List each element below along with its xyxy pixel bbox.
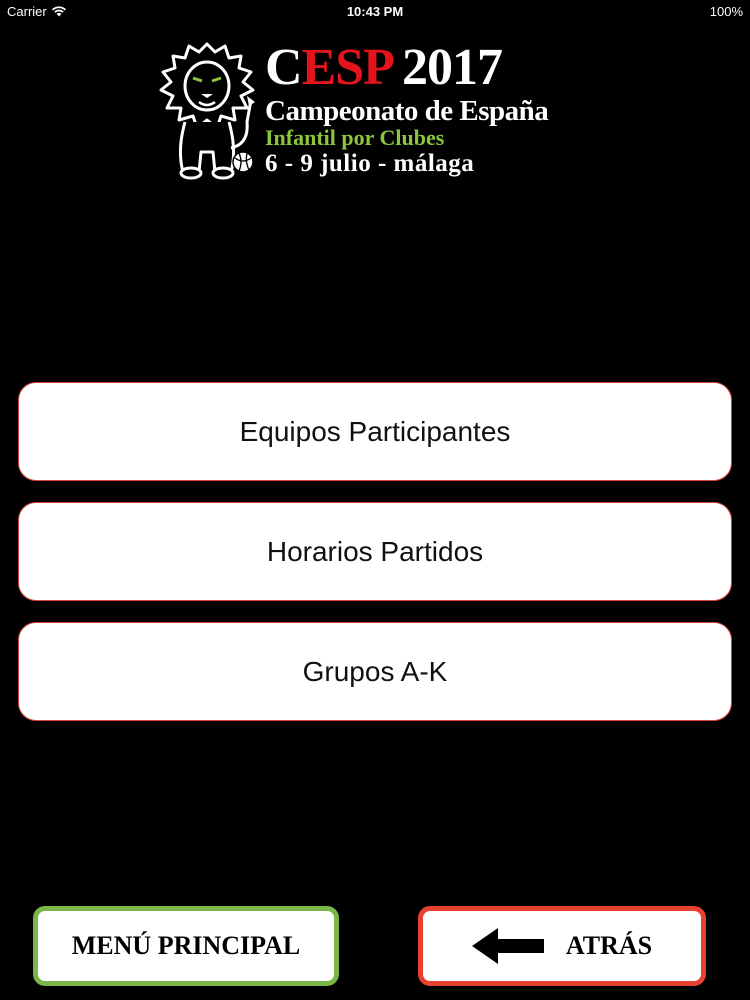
grupos-button[interactable]: Grupos A-K bbox=[18, 622, 732, 721]
atras-button[interactable]: ATRÁS bbox=[418, 906, 706, 986]
status-left: Carrier bbox=[7, 4, 67, 19]
screen: Carrier 10:43 PM 100% CESP 2017 Campeona… bbox=[0, 0, 750, 1000]
status-bar: Carrier 10:43 PM 100% bbox=[0, 0, 750, 22]
wifi-icon bbox=[51, 6, 66, 17]
logo-text: CESP 2017 Campeonato de España Infantil p… bbox=[265, 40, 565, 178]
carrier-label: Carrier bbox=[7, 3, 47, 19]
atras-label: ATRÁS bbox=[565, 931, 653, 960]
menu-principal-label: MENÚ PRINCIPAL bbox=[71, 931, 301, 960]
horarios-partidos-button[interactable]: Horarios Partidos bbox=[18, 502, 732, 601]
lion-mascot-icon bbox=[159, 42, 255, 180]
logo-subtitle: Campeonato de España bbox=[265, 95, 549, 127]
menu-principal-button[interactable]: MENÚ PRINCIPAL bbox=[33, 906, 339, 986]
logo-title: CESP 2017 bbox=[265, 40, 565, 96]
logo-category: Infantil por Clubes bbox=[265, 125, 445, 150]
equipos-participantes-button[interactable]: Equipos Participantes bbox=[18, 382, 732, 481]
logo-title-c: C bbox=[265, 39, 303, 96]
event-logo: CESP 2017 Campeonato de España Infantil p… bbox=[155, 40, 565, 185]
battery-label: 100% bbox=[709, 3, 743, 19]
grupos-label: Grupos A-K bbox=[302, 655, 448, 687]
logo-title-esp: ESP bbox=[301, 39, 395, 96]
logo-dates: 6 - 9 julio - málaga bbox=[265, 150, 475, 177]
left-arrow-icon bbox=[471, 928, 544, 964]
equipos-participantes-label: Equipos Participantes bbox=[239, 415, 511, 447]
status-time: 10:43 PM bbox=[346, 3, 404, 19]
horarios-partidos-label: Horarios Partidos bbox=[266, 535, 484, 567]
logo-title-year: 2017 bbox=[401, 39, 503, 96]
